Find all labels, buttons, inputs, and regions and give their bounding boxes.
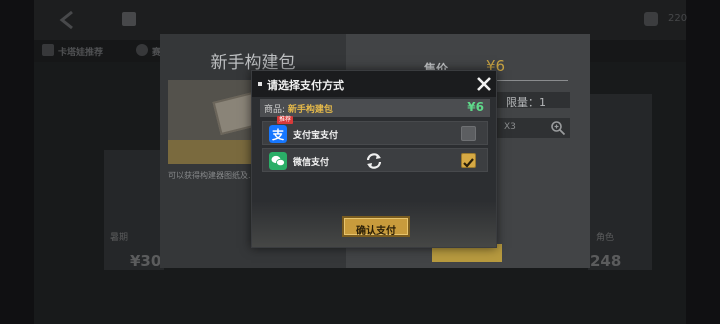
payment-label-alipay: 支付宝支付	[293, 131, 339, 141]
checkmark-icon	[463, 158, 474, 168]
payment-option-alipay[interactable]: 支 推荐 支付宝支付	[262, 116, 488, 145]
product-name: 新手构建包	[287, 105, 333, 115]
wechat-checkbox[interactable]	[461, 153, 476, 168]
dialog-header: 请选择支付方式	[252, 71, 496, 97]
product-prefix: 商品:	[264, 105, 286, 115]
product-price: ¥6	[467, 100, 484, 114]
quantity-text: X3	[504, 122, 516, 132]
pack-description: 可以获得构建器图纸及...	[168, 171, 256, 180]
recommend-badge: 推荐	[277, 116, 294, 124]
product-row: 商品: 新手构建包 ¥6	[260, 99, 490, 117]
title-bullet	[258, 82, 262, 86]
price-divider	[486, 80, 568, 81]
alipay-checkbox[interactable]	[461, 126, 476, 141]
confirm-payment-button[interactable]: 确认支付	[342, 216, 410, 237]
zoom-icon[interactable]	[550, 120, 566, 136]
wechat-icon	[269, 152, 287, 170]
alipay-icon: 支	[269, 125, 287, 143]
close-icon[interactable]	[475, 75, 493, 93]
confirm-payment-label: 确认支付	[356, 226, 396, 237]
product-info: 商品: 新手构建包	[264, 102, 333, 115]
loading-spinner-icon	[366, 153, 382, 169]
dialog-title: 请选择支付方式	[267, 79, 344, 92]
payment-label-wechat: 微信支付	[293, 158, 330, 168]
limit-text: 限量：1	[506, 96, 546, 109]
svg-text:支: 支	[271, 127, 285, 142]
